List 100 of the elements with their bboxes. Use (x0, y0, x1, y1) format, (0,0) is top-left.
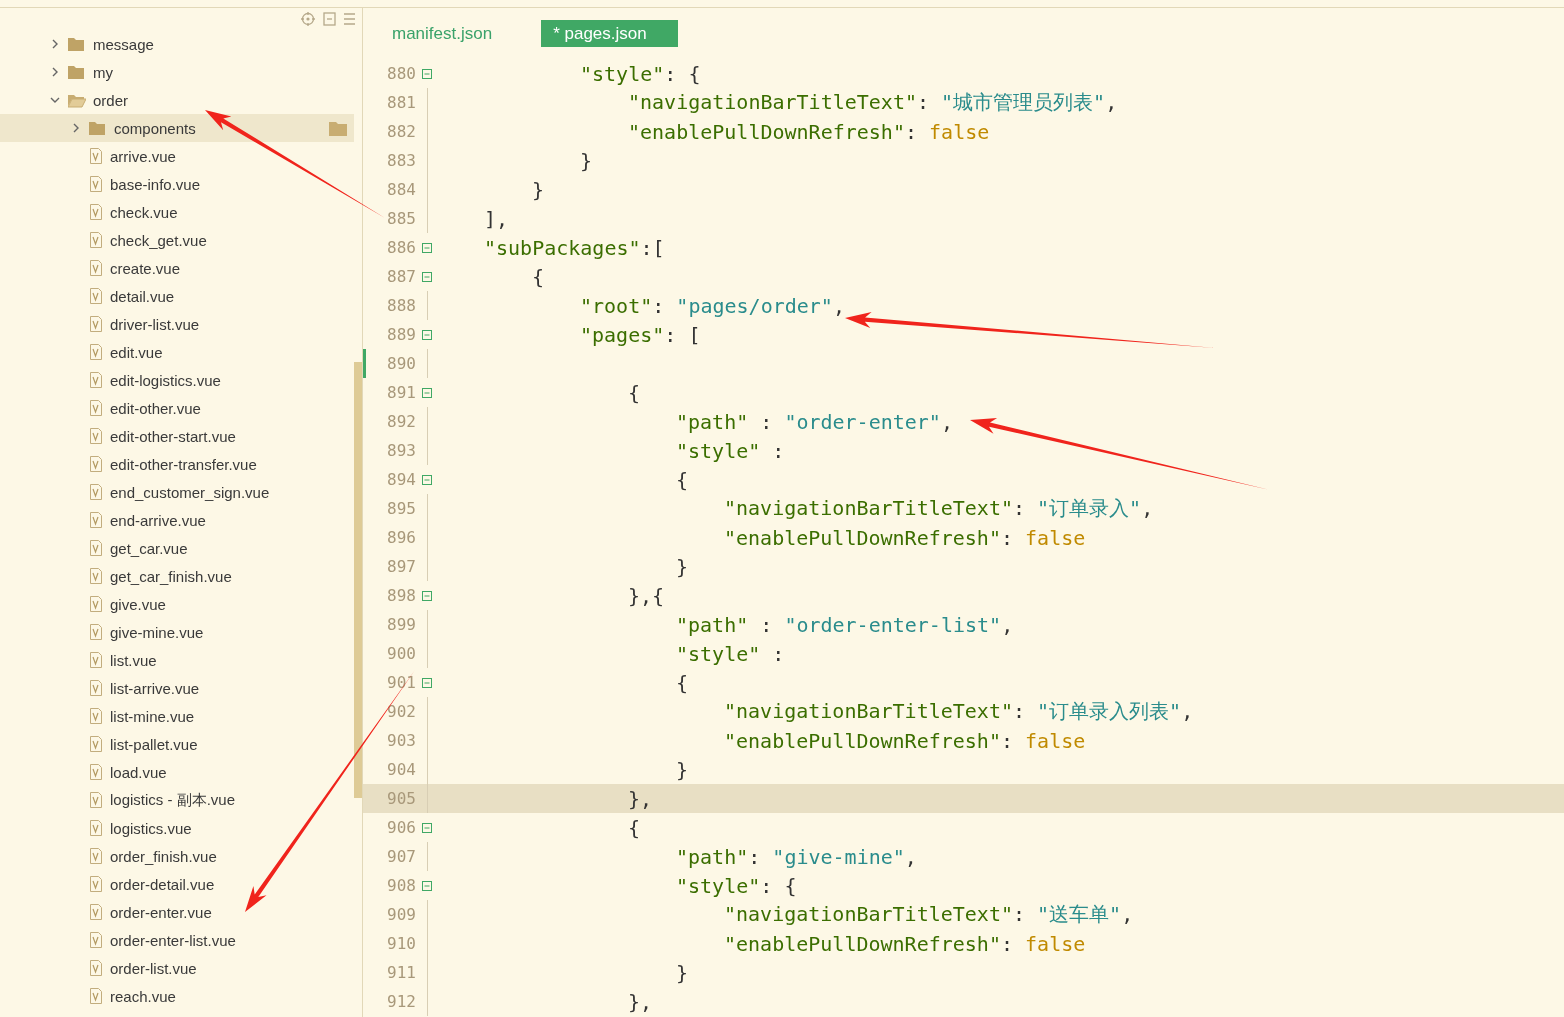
file-item[interactable]: check.vue (0, 198, 354, 226)
file-item[interactable]: get_car.vue (0, 534, 354, 562)
fold-icon[interactable] (422, 590, 432, 601)
item-label: edit-other.vue (110, 399, 202, 417)
item-label: order (93, 91, 130, 109)
code-line: } (676, 554, 689, 579)
menu-icon (344, 12, 355, 26)
file-item[interactable]: edit.vue (0, 338, 354, 366)
line-number: 910 (386, 934, 416, 953)
file-item[interactable]: create.vue (0, 254, 354, 282)
file-item[interactable]: base-info.vue (0, 170, 354, 198)
file-item[interactable]: list-mine.vue (0, 702, 354, 730)
vue-file-icon (89, 288, 103, 304)
folder-icon (329, 120, 347, 136)
vue-file-icon (89, 316, 103, 332)
line-number: 911 (386, 963, 416, 982)
vue-file-icon (89, 344, 103, 360)
item-label: base-info.vue (110, 175, 202, 193)
vue-file-icon (89, 848, 103, 864)
file-item[interactable]: edit-other.vue (0, 394, 354, 422)
file-item[interactable]: order-enter.vue (0, 898, 354, 926)
vue-file-icon (89, 764, 103, 780)
file-item[interactable]: edit-logistics.vue (0, 366, 354, 394)
file-item[interactable]: get_car_finish.vue (0, 562, 354, 590)
file-item[interactable]: list-arrive.vue (0, 674, 354, 702)
folder-icon (68, 36, 86, 52)
item-label: check.vue (110, 203, 179, 221)
fold-icon[interactable] (422, 474, 432, 485)
file-item[interactable]: give-mine.vue (0, 618, 354, 646)
folder-item[interactable]: message (0, 30, 354, 58)
file-item[interactable]: logistics.vue (0, 814, 354, 842)
code-line: } (676, 757, 689, 782)
file-item[interactable]: logistics - 副本.vue (0, 786, 354, 814)
fold-icon[interactable] (422, 271, 432, 282)
file-item[interactable]: order-enter-list.vue (0, 926, 354, 954)
vue-file-icon (89, 596, 103, 612)
fold-icon[interactable] (422, 677, 432, 688)
line-number: 899 (386, 615, 416, 634)
item-label: reach.vue (110, 987, 177, 1005)
fold-icon[interactable] (422, 329, 432, 340)
folder-item[interactable]: my (0, 58, 354, 86)
file-item[interactable]: list.vue (0, 646, 354, 674)
item-label: end_customer_sign.vue (110, 483, 271, 501)
file-item[interactable]: order-detail.vue (0, 870, 354, 898)
code-line: "enablePullDownRefresh": false (628, 119, 990, 144)
item-label: order-list.vue (110, 959, 198, 977)
code-line: "subPackages":[ (484, 235, 665, 260)
file-item[interactable]: give.vue (0, 590, 354, 618)
locate-icon (301, 12, 315, 26)
item-label: end-arrive.vue (110, 511, 207, 529)
file-item[interactable]: driver-list.vue (0, 310, 354, 338)
fold-icon[interactable] (422, 68, 432, 79)
code-line: "enablePullDownRefresh": false (724, 931, 1086, 956)
vue-file-icon (89, 876, 103, 892)
folder-item[interactable]: order (0, 86, 354, 114)
file-item[interactable]: end_customer_sign.vue (0, 478, 354, 506)
code-line: "navigationBarTitleText": "订单录入", (724, 495, 1154, 522)
file-item[interactable]: edit-other-start.vue (0, 422, 354, 450)
item-label: driver-list.vue (110, 315, 201, 333)
vue-file-icon (89, 260, 103, 276)
code-line: ], (484, 206, 509, 231)
line-number: 907 (386, 847, 416, 866)
vue-file-icon (89, 988, 103, 1004)
line-number: 885 (386, 209, 416, 228)
file-item[interactable]: list-pallet.vue (0, 730, 354, 758)
fold-icon[interactable] (422, 822, 432, 833)
code-line: "navigationBarTitleText": "订单录入列表", (724, 698, 1194, 725)
line-number: 897 (386, 557, 416, 576)
code-line: "root": "pages/order", (580, 293, 845, 318)
vue-file-icon (89, 484, 103, 500)
scrollbar-thumb[interactable] (354, 362, 362, 798)
file-item[interactable]: reach.vue (0, 982, 354, 1010)
file-item[interactable]: edit-other-transfer.vue (0, 450, 354, 478)
file-item[interactable]: detail.vue (0, 282, 354, 310)
code-line: }, (628, 786, 653, 811)
code-line: "path" : "order-enter", (676, 409, 953, 434)
vue-file-icon (89, 960, 103, 976)
line-number: 912 (386, 992, 416, 1011)
file-item[interactable]: order_finish.vue (0, 842, 354, 870)
vue-file-icon (89, 540, 103, 556)
fold-icon[interactable] (422, 387, 432, 398)
item-label: list-mine.vue (110, 707, 196, 725)
fold-icon[interactable] (422, 880, 432, 891)
file-item[interactable]: end-arrive.vue (0, 506, 354, 534)
line-number: 883 (386, 151, 416, 170)
file-item[interactable]: load.vue (0, 758, 354, 786)
vue-file-icon (89, 708, 103, 724)
item-label: list.vue (110, 651, 158, 669)
item-label: list-arrive.vue (110, 679, 201, 697)
folder-item[interactable]: components (0, 114, 354, 142)
file-item[interactable]: order-list.vue (0, 954, 354, 982)
collapse-all-icon (323, 12, 336, 26)
line-number: 887 (386, 267, 416, 286)
file-item[interactable]: arrive.vue (0, 142, 354, 170)
item-label: give-mine.vue (110, 623, 205, 641)
vue-file-icon (89, 820, 103, 836)
fold-icon[interactable] (422, 242, 432, 253)
file-item[interactable]: check_get.vue (0, 226, 354, 254)
line-number: 881 (386, 93, 416, 112)
vue-file-icon (89, 904, 103, 920)
